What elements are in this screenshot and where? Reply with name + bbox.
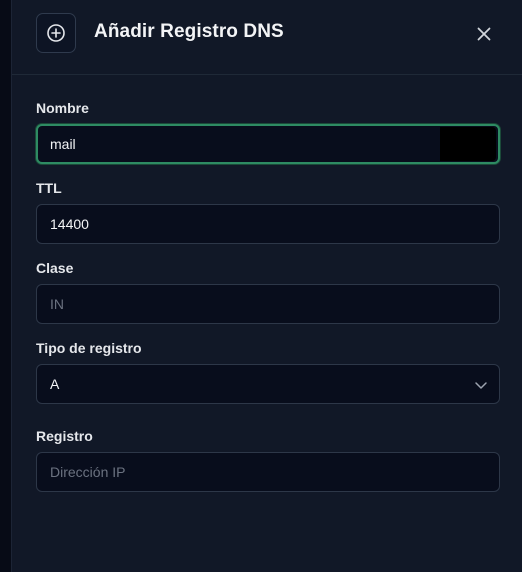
close-icon[interactable] (476, 26, 492, 42)
clase-input[interactable] (37, 285, 499, 323)
dialog-header: Añadir Registro DNS (12, 0, 522, 75)
tipo-select[interactable]: A (36, 364, 500, 404)
chevron-down-icon (473, 377, 489, 393)
registro-field-wrapper (36, 452, 500, 492)
header-icon-box (36, 13, 76, 53)
registro-label: Registro (36, 428, 93, 444)
nombre-input[interactable] (38, 126, 498, 162)
ttl-field-wrapper (36, 204, 500, 244)
plus-circle-icon (46, 23, 66, 43)
ttl-input[interactable] (37, 205, 499, 243)
tipo-selected-value: A (50, 376, 60, 392)
add-dns-record-dialog: Añadir Registro DNS Nombre TTL Clase Tip… (12, 0, 522, 572)
close-button[interactable] (472, 22, 496, 46)
registro-input[interactable] (37, 453, 499, 491)
clase-label: Clase (36, 260, 74, 276)
nombre-field-wrapper (36, 124, 500, 164)
clase-field-wrapper (36, 284, 500, 324)
ttl-label: TTL (36, 180, 62, 196)
nombre-label: Nombre (36, 100, 89, 116)
dialog-title: Añadir Registro DNS (94, 21, 284, 42)
tipo-label: Tipo de registro (36, 340, 142, 356)
redacted-area (440, 127, 496, 161)
background-edge (0, 0, 12, 572)
